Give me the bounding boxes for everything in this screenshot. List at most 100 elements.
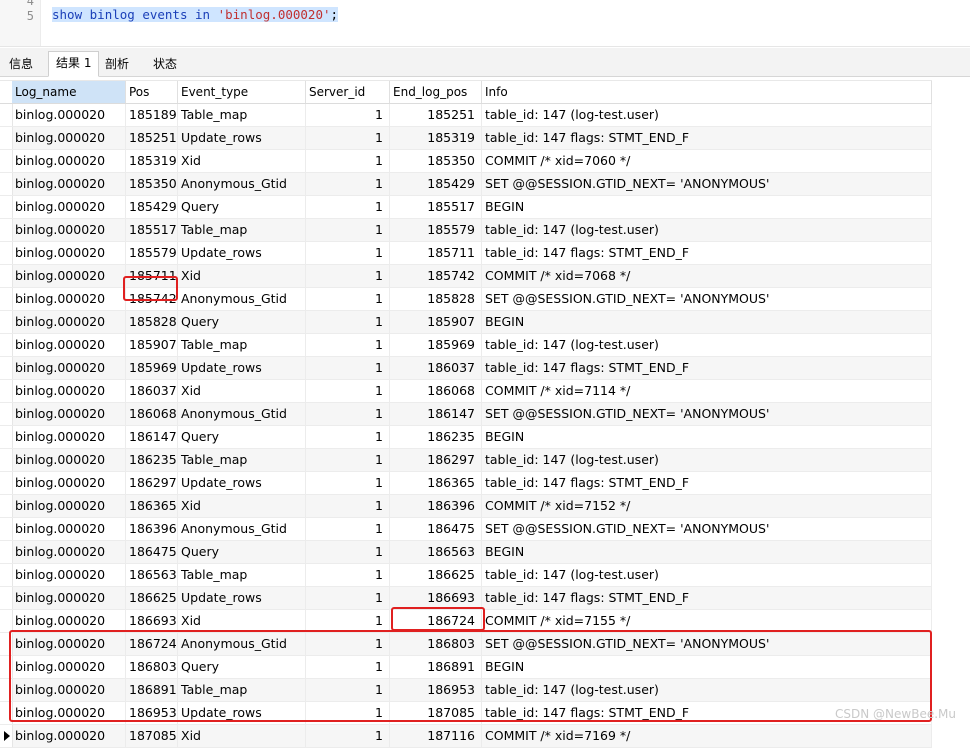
cell-server-id[interactable]: 1 — [306, 242, 390, 264]
cell-event-type[interactable]: Anonymous_Gtid — [178, 518, 306, 540]
cell-server-id[interactable]: 1 — [306, 173, 390, 195]
cell-pos[interactable]: 186693 — [126, 610, 178, 632]
cell-pos[interactable]: 186563 — [126, 564, 178, 586]
cell-info[interactable]: table_id: 147 flags: STMT_END_F — [482, 357, 932, 379]
cell-info[interactable]: table_id: 147 (log-test.user) — [482, 104, 932, 126]
cell-server-id[interactable]: 1 — [306, 610, 390, 632]
cell-info[interactable]: BEGIN — [482, 196, 932, 218]
cell-server-id[interactable]: 1 — [306, 104, 390, 126]
cell-log-name[interactable]: binlog.000020 — [12, 426, 126, 448]
column-header-event-type[interactable]: Event_type — [178, 81, 306, 103]
cell-log-name[interactable]: binlog.000020 — [12, 449, 126, 471]
cell-event-type[interactable]: Update_rows — [178, 702, 306, 724]
cell-pos[interactable]: 186724 — [126, 633, 178, 655]
cell-end-log-pos[interactable]: 185251 — [390, 104, 482, 126]
cell-log-name[interactable]: binlog.000020 — [12, 403, 126, 425]
cell-info[interactable]: COMMIT /* xid=7114 */ — [482, 380, 932, 402]
table-row[interactable]: binlog.000020 186147 Query 1 186235 BEGIN — [0, 426, 932, 449]
column-header-end-log-pos[interactable]: End_log_pos — [390, 81, 482, 103]
column-header-pos[interactable]: Pos — [126, 81, 178, 103]
cell-log-name[interactable]: binlog.000020 — [12, 265, 126, 287]
cell-pos[interactable]: 186068 — [126, 403, 178, 425]
cell-server-id[interactable]: 1 — [306, 127, 390, 149]
cell-pos[interactable]: 185319 — [126, 150, 178, 172]
tab-result-1[interactable]: 结果 1 — [48, 51, 100, 77]
cell-server-id[interactable]: 1 — [306, 357, 390, 379]
cell-event-type[interactable]: Anonymous_Gtid — [178, 288, 306, 310]
cell-event-type[interactable]: Table_map — [178, 104, 306, 126]
cell-info[interactable]: table_id: 147 (log-test.user) — [482, 334, 932, 356]
cell-log-name[interactable]: binlog.000020 — [12, 334, 126, 356]
cell-server-id[interactable]: 1 — [306, 541, 390, 563]
cell-end-log-pos[interactable]: 185319 — [390, 127, 482, 149]
cell-end-log-pos[interactable]: 185517 — [390, 196, 482, 218]
cell-info[interactable]: table_id: 147 (log-test.user) — [482, 679, 932, 701]
cell-event-type[interactable]: Table_map — [178, 219, 306, 241]
cell-event-type[interactable]: Anonymous_Gtid — [178, 633, 306, 655]
table-row[interactable]: binlog.000020 186365 Xid 1 186396 COMMIT /* x… — [0, 495, 932, 518]
cell-server-id[interactable]: 1 — [306, 518, 390, 540]
cell-info[interactable]: table_id: 147 flags: STMT_END_F — [482, 587, 932, 609]
cell-end-log-pos[interactable]: 186396 — [390, 495, 482, 517]
cell-pos[interactable]: 185189 — [126, 104, 178, 126]
cell-log-name[interactable]: binlog.000020 — [12, 380, 126, 402]
cell-event-type[interactable]: Query — [178, 196, 306, 218]
cell-server-id[interactable]: 1 — [306, 150, 390, 172]
cell-event-type[interactable]: Anonymous_Gtid — [178, 403, 306, 425]
cell-log-name[interactable]: binlog.000020 — [12, 587, 126, 609]
cell-pos[interactable]: 185579 — [126, 242, 178, 264]
table-row[interactable]: binlog.000020 186953 Update_rows 1 187085 tab… — [0, 702, 932, 725]
column-header-info[interactable]: Info — [482, 81, 932, 103]
cell-end-log-pos[interactable]: 186365 — [390, 472, 482, 494]
table-row[interactable]: binlog.000020 186068 Anonymous_Gtid 1 186147… — [0, 403, 932, 426]
table-row[interactable]: binlog.000020 185907 Table_map 1 185969 table… — [0, 334, 932, 357]
table-row[interactable]: binlog.000020 185969 Update_rows 1 186037 tab… — [0, 357, 932, 380]
table-row[interactable]: binlog.000020 185828 Query 1 185907 BEGIN — [0, 311, 932, 334]
cell-server-id[interactable]: 1 — [306, 495, 390, 517]
cell-server-id[interactable]: 1 — [306, 196, 390, 218]
cell-pos[interactable]: 185742 — [126, 288, 178, 310]
cell-pos[interactable]: 185350 — [126, 173, 178, 195]
cell-info[interactable]: SET @@SESSION.GTID_NEXT= 'ANONYMOUS' — [482, 518, 932, 540]
cell-info[interactable]: COMMIT /* xid=7152 */ — [482, 495, 932, 517]
cell-pos[interactable]: 185828 — [126, 311, 178, 333]
cell-pos[interactable]: 186365 — [126, 495, 178, 517]
cell-server-id[interactable]: 1 — [306, 403, 390, 425]
cell-info[interactable]: table_id: 147 (log-test.user) — [482, 564, 932, 586]
cell-server-id[interactable]: 1 — [306, 564, 390, 586]
table-row[interactable]: binlog.000020 185579 Update_rows 1 185711 tab… — [0, 242, 932, 265]
column-header-server-id[interactable]: Server_id — [306, 81, 390, 103]
cell-info[interactable]: BEGIN — [482, 426, 932, 448]
table-row[interactable]: binlog.000020 186803 Query 1 186891 BEGIN — [0, 656, 932, 679]
cell-pos[interactable]: 186396 — [126, 518, 178, 540]
cell-end-log-pos[interactable]: 186297 — [390, 449, 482, 471]
cell-event-type[interactable]: Anonymous_Gtid — [178, 173, 306, 195]
cell-event-type[interactable]: Update_rows — [178, 357, 306, 379]
cell-log-name[interactable]: binlog.000020 — [12, 104, 126, 126]
cell-end-log-pos[interactable]: 186953 — [390, 679, 482, 701]
cell-event-type[interactable]: Query — [178, 541, 306, 563]
cell-pos[interactable]: 186953 — [126, 702, 178, 724]
cell-server-id[interactable]: 1 — [306, 449, 390, 471]
sql-query-line[interactable]: show binlog events in 'binlog.000020'; — [52, 7, 339, 22]
cell-info[interactable]: BEGIN — [482, 656, 932, 678]
cell-log-name[interactable]: binlog.000020 — [12, 564, 126, 586]
cell-event-type[interactable]: Table_map — [178, 564, 306, 586]
cell-event-type[interactable]: Table_map — [178, 449, 306, 471]
tab-profile[interactable]: 剖析 — [98, 53, 136, 75]
cell-pos[interactable]: 185907 — [126, 334, 178, 356]
cell-event-type[interactable]: Query — [178, 311, 306, 333]
cell-event-type[interactable]: Query — [178, 426, 306, 448]
cell-server-id[interactable]: 1 — [306, 587, 390, 609]
cell-log-name[interactable]: binlog.000020 — [12, 495, 126, 517]
cell-info[interactable]: COMMIT /* xid=7155 */ — [482, 610, 932, 632]
cell-end-log-pos[interactable]: 185429 — [390, 173, 482, 195]
table-row[interactable]: binlog.000020 185429 Query 1 185517 BEGIN — [0, 196, 932, 219]
cell-pos[interactable]: 185517 — [126, 219, 178, 241]
cell-log-name[interactable]: binlog.000020 — [12, 679, 126, 701]
table-row[interactable]: binlog.000020 185350 Anonymous_Gtid 1 185429… — [0, 173, 932, 196]
cell-info[interactable]: table_id: 147 (log-test.user) — [482, 219, 932, 241]
cell-info[interactable]: BEGIN — [482, 541, 932, 563]
table-row[interactable]: binlog.000020 185319 Xid 1 185350 COMMIT /* x… — [0, 150, 932, 173]
table-row[interactable]: binlog.000020 186037 Xid 1 186068 COMMIT /* x… — [0, 380, 932, 403]
